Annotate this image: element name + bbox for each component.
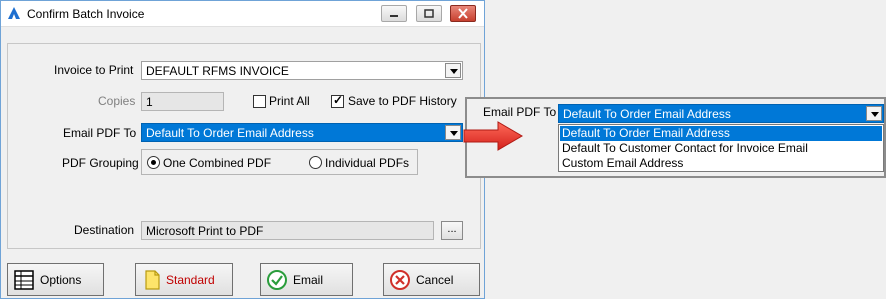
grouping-label: PDF Grouping	[62, 156, 139, 170]
window-title: Confirm Batch Invoice	[27, 7, 145, 21]
zoom-email-pdf-label: Email PDF To	[483, 105, 557, 119]
title-bar: Confirm Batch Invoice	[1, 1, 484, 27]
copies-label: Copies	[98, 94, 136, 108]
close-button[interactable]	[450, 5, 476, 22]
confirm-batch-invoice-dialog: Confirm Batch Invoice Invoice to Print D…	[0, 0, 485, 299]
print-all-label[interactable]: Print All	[269, 94, 310, 108]
cancel-button[interactable]: Cancel	[383, 263, 480, 296]
email-pdf-options-list: Default To Order Email Address Default T…	[558, 124, 884, 172]
list-item[interactable]: Custom Email Address	[560, 156, 882, 171]
radio-individual-label[interactable]: Individual PDFs	[325, 156, 409, 170]
destination-label: Destination	[74, 223, 135, 237]
document-icon	[145, 270, 160, 290]
radio-one-combined-label[interactable]: One Combined PDF	[163, 156, 271, 170]
invoice-select-value: DEFAULT RFMS INVOICE	[146, 64, 289, 78]
zoom-email-pdf-select[interactable]: Default To Order Email Address	[558, 104, 884, 123]
invoice-label: Invoice to Print	[54, 63, 134, 77]
minimize-button[interactable]	[381, 5, 407, 22]
print-all-checkbox[interactable]	[253, 95, 266, 108]
maximize-icon	[424, 9, 434, 18]
save-history-checkbox[interactable]	[331, 93, 344, 108]
email-pdf-select-value: Default To Order Email Address	[146, 126, 314, 140]
browse-destination-button[interactable]: ...	[441, 221, 463, 240]
standard-button[interactable]: Standard	[135, 263, 233, 296]
destination-value: Microsoft Print to PDF	[146, 224, 264, 238]
maximize-button[interactable]	[416, 5, 442, 22]
list-item[interactable]: Default To Customer Contact for Invoice …	[560, 141, 882, 156]
options-button[interactable]: Options	[7, 263, 104, 296]
email-button-label: Email	[293, 273, 324, 287]
close-icon	[458, 8, 468, 19]
standard-button-label: Standard	[166, 273, 215, 287]
minimize-icon	[390, 15, 398, 17]
options-button-label: Options	[40, 273, 82, 287]
invoice-select[interactable]: DEFAULT RFMS INVOICE	[141, 61, 463, 80]
cancel-icon	[390, 270, 410, 290]
save-history-label[interactable]: Save to PDF History	[348, 94, 457, 108]
list-item[interactable]: Default To Order Email Address	[560, 126, 882, 141]
radio-individual[interactable]	[309, 156, 322, 169]
email-pdf-label: Email PDF To	[63, 126, 137, 140]
table-icon	[14, 270, 34, 290]
email-button[interactable]: Email	[260, 263, 353, 296]
destination-field: Microsoft Print to PDF	[141, 221, 434, 240]
chevron-down-icon[interactable]	[445, 125, 461, 140]
zoom-select-value: Default To Order Email Address	[563, 107, 731, 121]
chevron-down-icon[interactable]	[445, 63, 461, 78]
app-logo-icon	[8, 7, 20, 19]
checkmark-icon	[267, 270, 287, 290]
copies-value: 1	[146, 95, 153, 109]
chevron-down-icon[interactable]	[866, 106, 882, 121]
cancel-button-label: Cancel	[416, 273, 454, 287]
email-pdf-select[interactable]: Default To Order Email Address	[141, 123, 463, 142]
radio-one-combined[interactable]	[147, 156, 160, 169]
copies-field: 1	[141, 92, 224, 111]
red-arrow-icon	[463, 121, 523, 151]
